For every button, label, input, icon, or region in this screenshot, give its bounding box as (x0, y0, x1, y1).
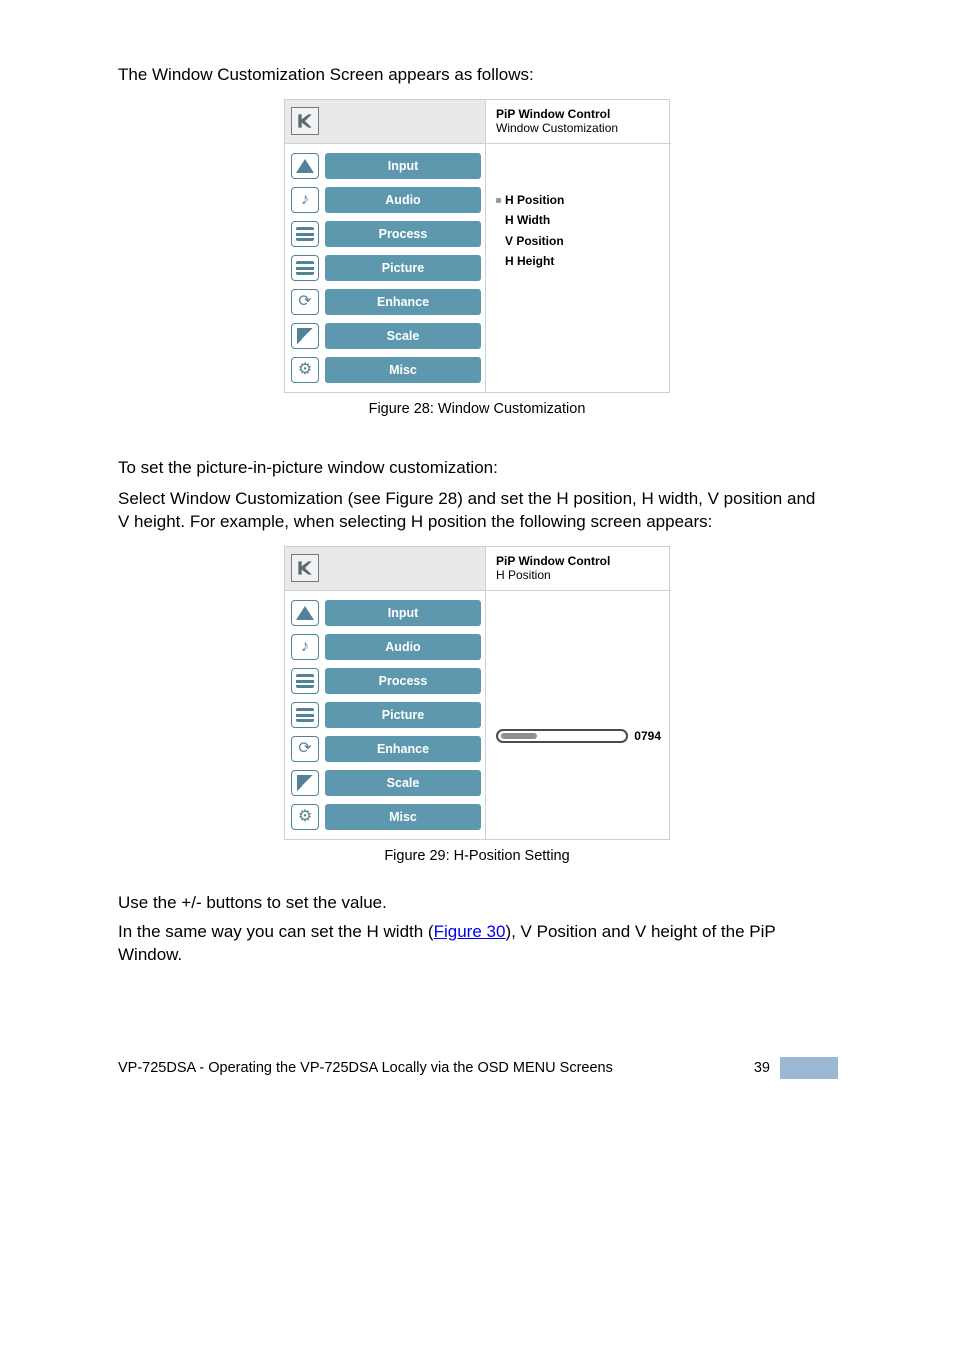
menu-item-audio[interactable]: Audio (291, 633, 481, 661)
section-1-heading: To set the picture-in-picture window cus… (118, 457, 818, 480)
osd-panel-2: Input Audio Process Picture Enhance Scal… (284, 546, 670, 840)
picture-icon (291, 255, 319, 281)
figure-2: Input Audio Process Picture Enhance Scal… (284, 546, 670, 864)
page-number: 39 (754, 1060, 770, 1076)
scale-icon (291, 770, 319, 796)
scale-icon (291, 323, 319, 349)
osd-menu: Input Audio Process Picture Enhance Scal… (285, 144, 485, 392)
osd-header-right: PiP Window Control Window Customization (486, 100, 671, 144)
brand-logo-icon (291, 554, 319, 582)
menu-item-picture[interactable]: Picture (291, 701, 481, 729)
menu-item-scale[interactable]: Scale (291, 769, 481, 797)
brand-logo-icon (291, 107, 319, 135)
osd-title: PiP Window Control (496, 107, 661, 121)
audio-icon (291, 634, 319, 660)
menu-item-input[interactable]: Input (291, 152, 481, 180)
process-icon (291, 668, 319, 694)
menu-item-input[interactable]: Input (291, 599, 481, 627)
misc-icon (291, 804, 319, 830)
osd-menu-2: Input Audio Process Picture Enhance Scal… (285, 591, 485, 839)
selected-bullet-icon (496, 198, 501, 203)
footer-text: VP-725DSA - Operating the VP-725DSA Loca… (118, 1060, 613, 1076)
page-footer: VP-725DSA - Operating the VP-725DSA Loca… (118, 1057, 838, 1079)
section-2-line2: In the same way you can set the H width … (118, 921, 818, 967)
misc-icon (291, 357, 319, 383)
option-h-height[interactable]: H Height (496, 251, 661, 271)
h-position-slider[interactable] (496, 729, 628, 743)
input-icon (291, 600, 319, 626)
enhance-icon (291, 736, 319, 762)
osd-header-left-2 (285, 547, 485, 591)
menu-item-picture[interactable]: Picture (291, 254, 481, 282)
osd-subtitle: Window Customization (496, 121, 661, 135)
section-1-body: Select Window Customization (see Figure … (118, 488, 818, 534)
enhance-icon (291, 289, 319, 315)
option-h-position[interactable]: H Position (496, 190, 661, 210)
picture-icon (291, 702, 319, 728)
menu-item-audio[interactable]: Audio (291, 186, 481, 214)
menu-item-enhance[interactable]: Enhance (291, 735, 481, 763)
options-list: H Position H Width V Position H Height (486, 144, 671, 436)
osd-panel-1: Input Audio Process Picture Enhance Scal… (284, 99, 670, 393)
slider-panel: 0794 (486, 591, 671, 883)
intro-text: The Window Customization Screen appears … (118, 64, 818, 87)
figure-30-link[interactable]: Figure 30 (434, 922, 506, 941)
page-badge (780, 1057, 838, 1079)
menu-item-enhance[interactable]: Enhance (291, 288, 481, 316)
osd-header-right-2: PiP Window Control H Position (486, 547, 671, 591)
figure-1: Input Audio Process Picture Enhance Scal… (284, 99, 670, 417)
menu-item-process[interactable]: Process (291, 220, 481, 248)
audio-icon (291, 187, 319, 213)
menu-item-scale[interactable]: Scale (291, 322, 481, 350)
h-position-value: 0794 (634, 729, 661, 743)
section-2-line1: Use the +/- buttons to set the value. (118, 892, 818, 915)
option-v-position[interactable]: V Position (496, 231, 661, 251)
osd-header-left (285, 100, 485, 144)
osd-subtitle-2: H Position (496, 568, 661, 582)
menu-item-misc[interactable]: Misc (291, 803, 481, 831)
process-icon (291, 221, 319, 247)
option-h-width[interactable]: H Width (496, 210, 661, 230)
menu-item-misc[interactable]: Misc (291, 356, 481, 384)
menu-item-process[interactable]: Process (291, 667, 481, 695)
osd-title-2: PiP Window Control (496, 554, 661, 568)
input-icon (291, 153, 319, 179)
